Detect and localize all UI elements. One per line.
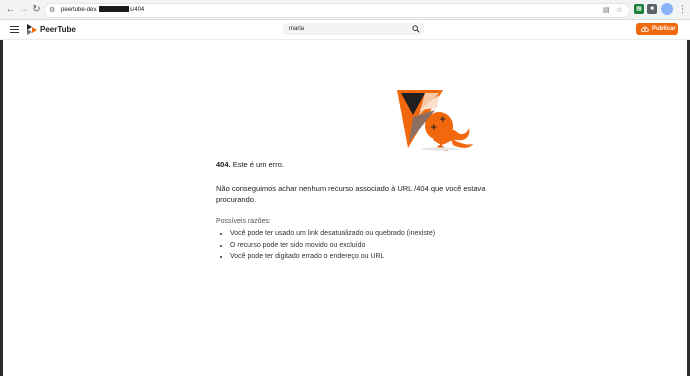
forward-arrow-icon[interactable]: →: [17, 3, 30, 16]
site-name[interactable]: PeerTube: [40, 23, 76, 36]
search-icon[interactable]: [412, 25, 420, 33]
reason-item: Você pode ter digitado errado o endereço…: [230, 251, 516, 263]
error-title: 404. Este é um erro.: [216, 159, 516, 170]
reload-icon[interactable]: ↻: [30, 3, 43, 16]
error-title-text: Este é um erro.: [230, 160, 284, 169]
browser-toolbar: ← → ↻ ⚙ peertube-dev. s/404 ▤ ☆ ▦ ■ ⋮: [0, 0, 690, 20]
site-info-icon[interactable]: ⚙: [49, 4, 55, 17]
search-value: maria: [289, 26, 305, 32]
search-input[interactable]: maria: [283, 23, 424, 35]
page-content: + + 404. Este é um erro. Não conseguimos…: [3, 40, 687, 376]
error-description: Não conseguimos achar nenhum recurso ass…: [216, 184, 486, 204]
mascot-illustration: + +: [397, 90, 473, 151]
error-content: 404. Este é um erro. Não conseguimos ach…: [216, 159, 516, 263]
publish-label: Publicar: [652, 26, 676, 32]
reasons-label: Possíveis razões:: [216, 218, 271, 225]
upload-cloud-icon: [641, 26, 649, 32]
puzzle-icon[interactable]: ■: [647, 4, 657, 14]
url-text: peertube-dev. s/404: [61, 6, 145, 13]
menu-kebab-icon[interactable]: ⋮: [678, 3, 687, 15]
publish-button[interactable]: Publicar: [636, 23, 678, 35]
profile-avatar[interactable]: [661, 3, 673, 15]
svg-text:+: +: [439, 115, 447, 125]
reason-item: Você pode ter usado um link desatualizad…: [230, 228, 516, 240]
hamburger-menu-icon[interactable]: [10, 26, 19, 34]
error-code: 404.: [216, 160, 231, 169]
redacted-url-segment: [98, 6, 129, 13]
bookmark-star-icon[interactable]: ☆: [616, 4, 622, 17]
extension-icon[interactable]: ▦: [634, 4, 644, 14]
svg-text:+: +: [430, 123, 438, 133]
site-header: PeerTube maria Publicar: [0, 20, 690, 40]
address-bar[interactable]: ⚙ peertube-dev. s/404 ▤ ☆: [44, 3, 630, 18]
back-arrow-icon[interactable]: ←: [4, 3, 17, 16]
peertube-logo[interactable]: [27, 24, 37, 35]
screenshot-frame: ← → ↻ ⚙ peertube-dev. s/404 ▤ ☆ ▦ ■ ⋮ Pee…: [0, 0, 690, 376]
cast-icon[interactable]: ▤: [603, 4, 610, 17]
reasons-list: Você pode ter usado um link desatualizad…: [216, 228, 516, 263]
reason-item: O recurso pode ter sido movido ou excluí…: [230, 240, 516, 252]
